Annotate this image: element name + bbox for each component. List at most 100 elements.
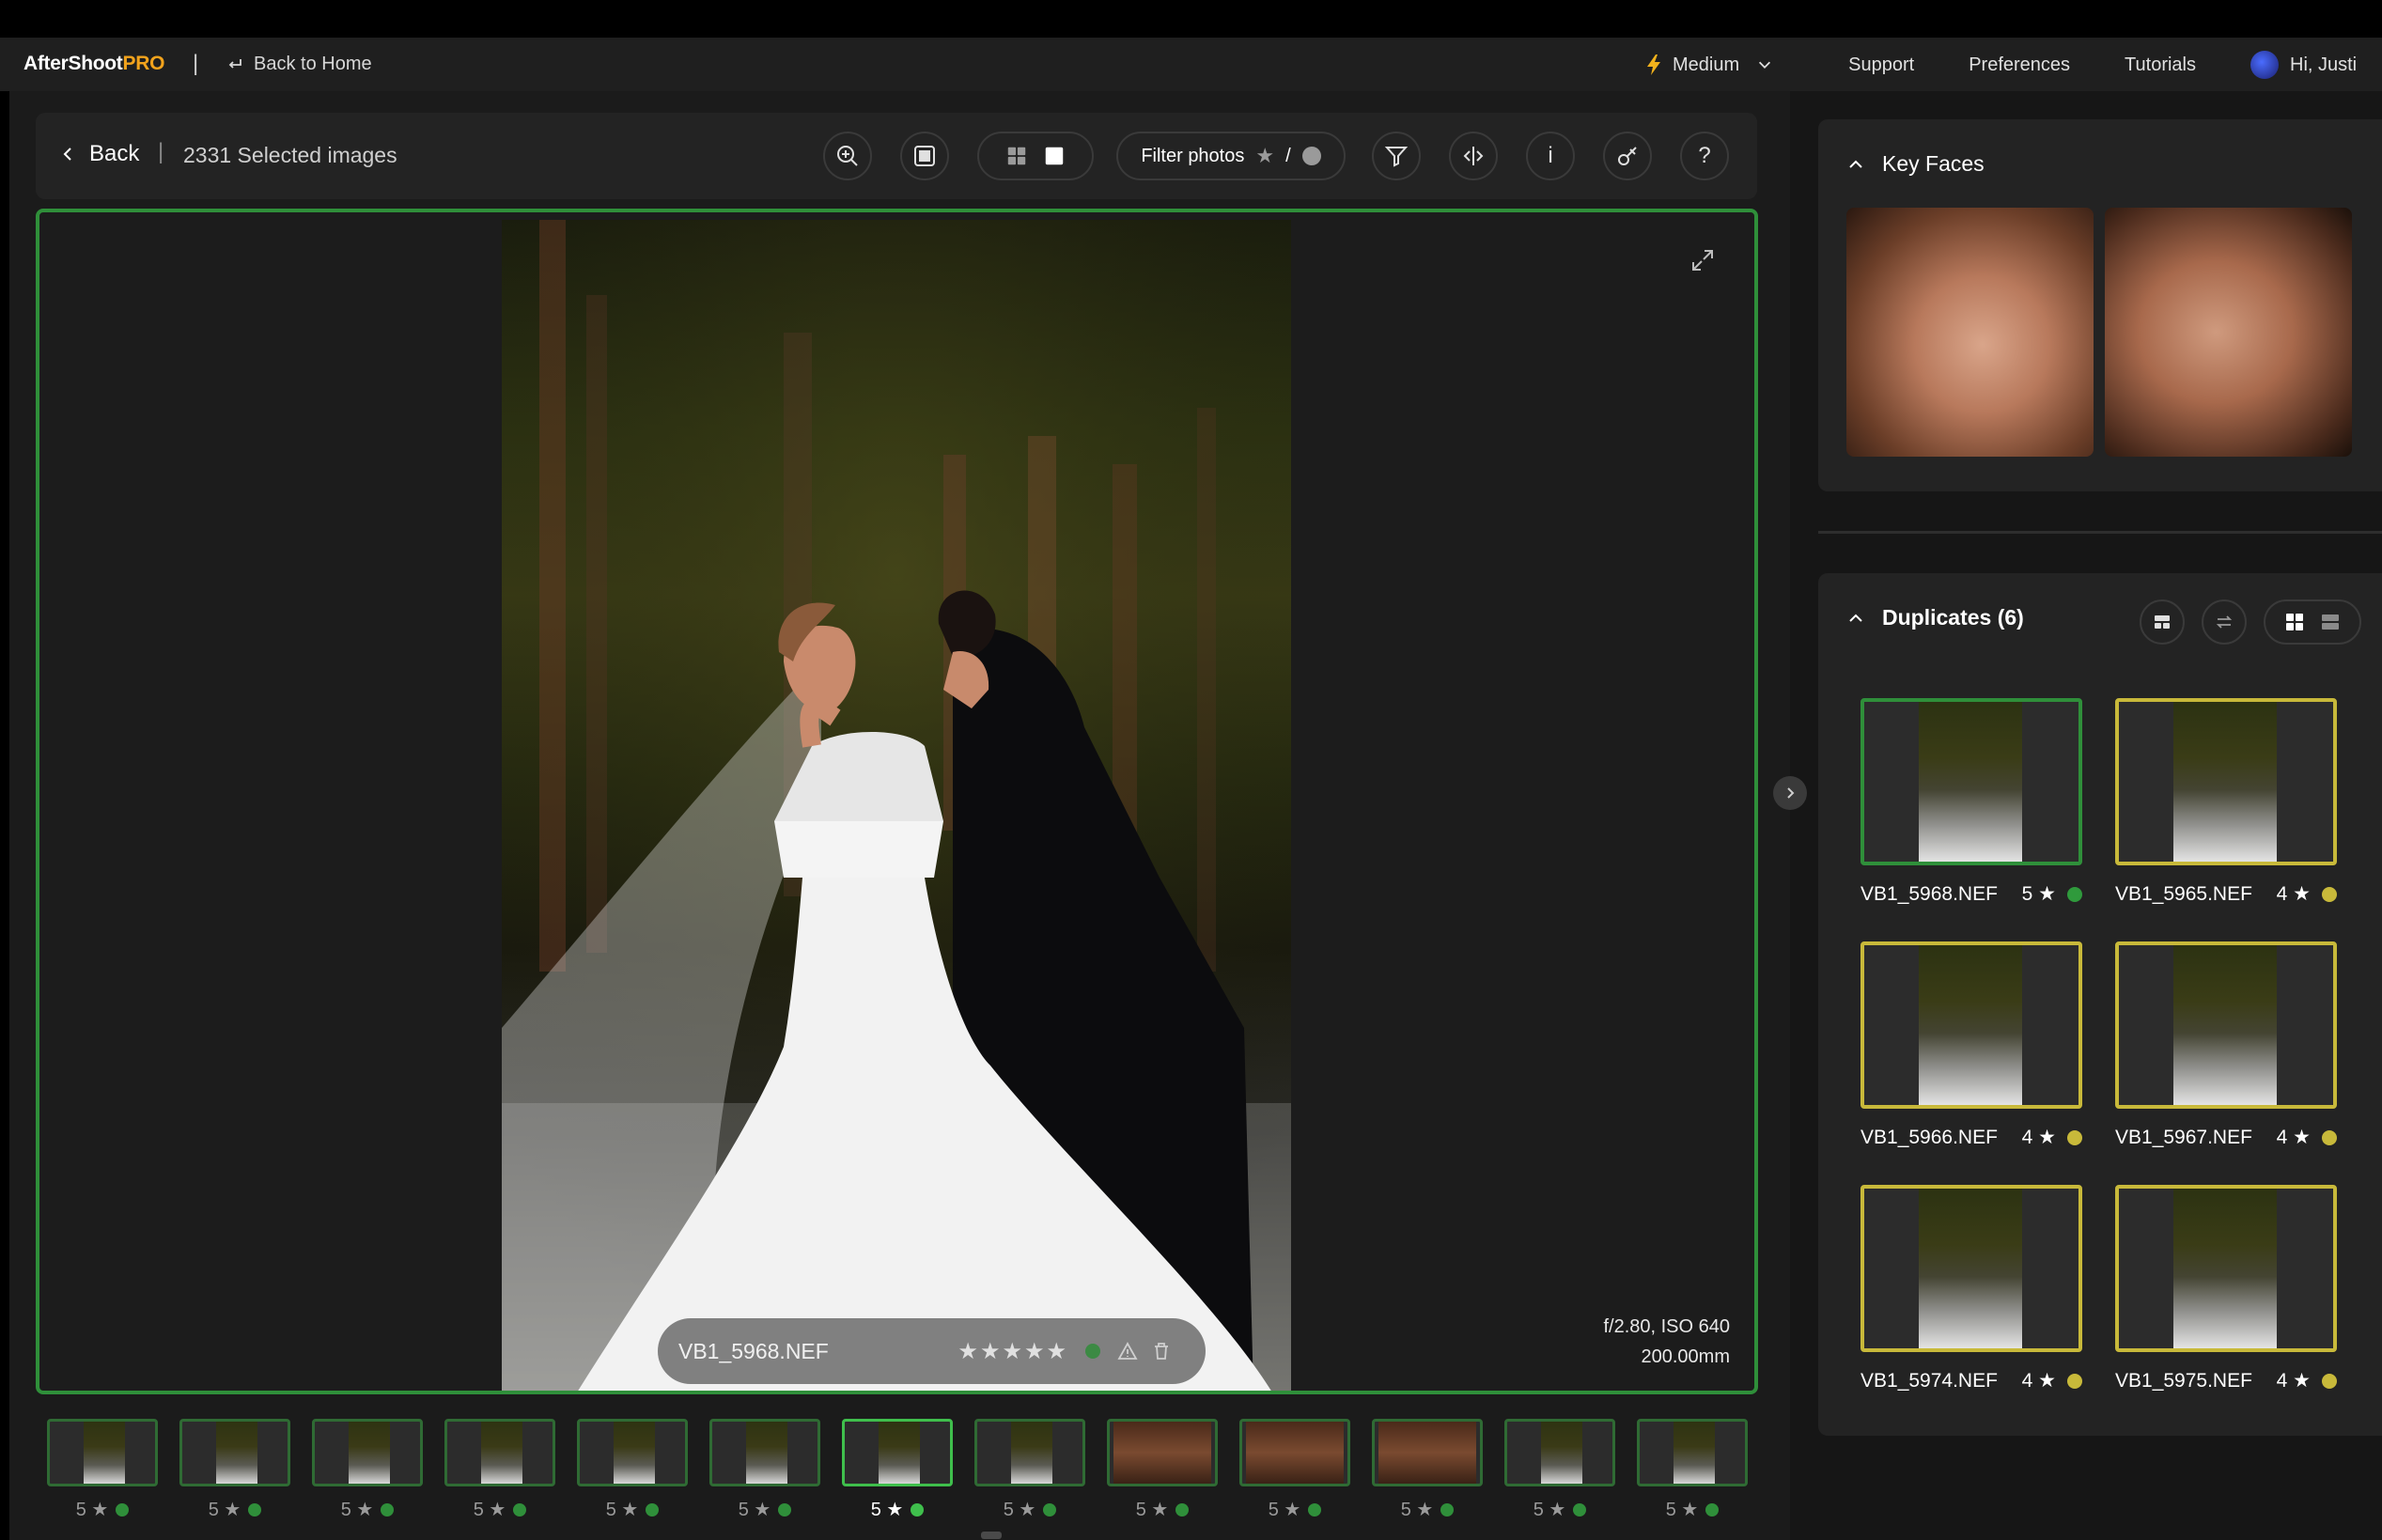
warning-icon[interactable] [1117,1341,1138,1361]
key-button[interactable] [1603,132,1652,180]
main-photo[interactable] [502,220,1291,1391]
quality-dropdown[interactable]: Medium [1644,54,1773,76]
filmstrip-thumbnail[interactable] [1107,1419,1218,1486]
exif-focal-length: 200.00mm [1641,1346,1731,1367]
thumbnail-image [2173,945,2277,1105]
nav-support[interactable]: Support [1848,54,1914,76]
filmstrip-item[interactable]: 5 ★ [709,1419,820,1520]
chevron-left-icon [63,148,71,161]
filmstrip-rating: 5 ★ [1637,1498,1748,1521]
user-menu[interactable]: Hi, Justi [2250,51,2357,79]
grid-view-icon [1007,147,1026,165]
color-label-dot[interactable] [1085,1344,1100,1359]
duplicate-thumbnail[interactable] [2115,698,2337,865]
filmstrip-thumbnail[interactable] [842,1419,953,1486]
star-rating[interactable]: ★★★★★ [957,1338,1068,1365]
trash-icon[interactable] [1151,1341,1172,1361]
filmstrip-thumbnail[interactable] [312,1419,423,1486]
nav-tutorials[interactable]: Tutorials [2125,54,2196,76]
filmstrip-item[interactable]: 5 ★ [1107,1419,1218,1520]
swap-icon [2216,615,2233,629]
filmstrip-item[interactable]: 5 ★ [842,1419,953,1520]
filmstrip-item[interactable]: 5 ★ [974,1419,1085,1520]
nav-preferences[interactable]: Preferences [1969,54,2070,76]
help-icon: ? [1698,143,1711,168]
filmstrip-rating-text: 5 ★ [1268,1500,1301,1520]
back-button[interactable]: Back [59,141,139,167]
filter-photos-button[interactable]: Filter photos ★ / [1116,132,1346,180]
filmstrip-thumbnail[interactable] [974,1419,1085,1486]
fit-view-button[interactable] [900,132,949,180]
photo-caption-bar: VB1_5968.NEF ★★★★★ [658,1318,1206,1384]
duplicate-status-dot [2322,1129,2337,1145]
filmstrip-item[interactable]: 5 ★ [1239,1419,1350,1520]
thumbnail-image [2173,702,2277,862]
chevron-right-icon [1787,787,1795,799]
compare-icon [1463,147,1484,165]
duplicate-thumbnail[interactable] [1860,698,2082,865]
filmstrip-thumbnail[interactable] [47,1419,158,1486]
duplicate-thumbnail[interactable] [1860,941,2082,1109]
filmstrip-rating-text: 5 ★ [1400,1500,1434,1520]
info-button[interactable]: i [1526,132,1575,180]
filmstrip-thumbnail[interactable] [709,1419,820,1486]
duplicate-label: VB1_5975.NEF 4 ★ [2115,1369,2337,1392]
duplicate-thumbnail[interactable] [2115,941,2337,1109]
back-to-home-link[interactable]: Back to Home [226,54,372,75]
filmstrip-thumbnail[interactable] [1637,1419,1748,1486]
app-logo[interactable]: AfterShootPRO [23,53,164,75]
key-face-groom[interactable] [2105,208,2352,457]
filmstrip-thumbnail[interactable] [1239,1419,1350,1486]
duplicates-header[interactable]: Duplicates (6) [1846,605,2024,630]
filmstrip-rating: 5 ★ [842,1498,953,1521]
layout-button[interactable] [2140,599,2185,645]
filmstrip-item[interactable]: 5 ★ [1637,1419,1748,1520]
zoom-button[interactable] [823,132,872,180]
filmstrip-color-dot [1175,1503,1190,1517]
duplicates-view-toggle[interactable] [2264,599,2361,645]
filmstrip-rating: 5 ★ [1107,1498,1218,1521]
filmstrip-item[interactable]: 5 ★ [179,1419,290,1520]
view-mode-toggle[interactable] [977,132,1094,180]
filmstrip-color-dot [1043,1503,1057,1517]
duplicates-title: Duplicates (6) [1882,605,2024,630]
expand-icon[interactable] [1690,248,1715,272]
filmstrip-rating-text: 5 ★ [340,1500,374,1520]
filmstrip-color-dot [513,1503,527,1517]
filmstrip-thumbnail[interactable] [179,1419,290,1486]
duplicate-filename: VB1_5967.NEF [2115,1126,2252,1148]
filmstrip-color-dot [381,1503,395,1517]
header-right: Medium Support Preferences Tutorials Hi,… [1644,51,2357,79]
duplicate-label: VB1_5967.NEF 4 ★ [2115,1126,2337,1149]
filmstrip-rating-text: 5 ★ [1665,1500,1699,1520]
thumbnail-image [1919,945,2022,1105]
filmstrip-item[interactable]: 5 ★ [47,1419,158,1520]
duplicate-filename: VB1_5974.NEF [1860,1369,1998,1392]
filter-button[interactable] [1372,132,1421,180]
compare-button[interactable] [1449,132,1498,180]
filmstrip-item[interactable]: 5 ★ [312,1419,423,1520]
swap-button[interactable] [2202,599,2247,645]
key-faces-header[interactable]: Key Faces [1846,151,1985,177]
toolbar-separator: | [158,139,164,164]
filmstrip-rating-text: 5 ★ [605,1500,639,1520]
filmstrip: 5 ★ 5 ★ 5 ★ 5 ★ 5 ★ 5 ★ 5 ★ 5 ★ 5 ★ 5 ★ 5 ★ 5 ★ 5 ★ [47,1419,1757,1532]
key-face-bride[interactable] [1846,208,2094,457]
filmstrip-scrollbar[interactable] [981,1532,1002,1539]
duplicate-thumbnail[interactable] [1860,1185,2082,1352]
filmstrip-color-dot [1705,1503,1720,1517]
duplicate-thumbnail[interactable] [2115,1185,2337,1352]
filmstrip-thumbnail[interactable] [444,1419,555,1486]
filmstrip-thumbnail[interactable] [1504,1419,1615,1486]
filmstrip-item[interactable]: 5 ★ [577,1419,688,1520]
image-viewer[interactable]: f/2.80, ISO 640 200.00mm VB1_5968.NEF ★★… [36,209,1758,1394]
filmstrip-item[interactable]: 5 ★ [1372,1419,1483,1520]
panel-toggle-button[interactable] [1773,776,1807,810]
help-button[interactable]: ? [1680,132,1729,180]
filmstrip-item[interactable]: 5 ★ [444,1419,555,1520]
filmstrip-thumbnail[interactable] [577,1419,688,1486]
thumbnail-image [1674,1422,1715,1484]
filmstrip-item[interactable]: 5 ★ [1504,1419,1615,1520]
filmstrip-thumbnail[interactable] [1372,1419,1483,1486]
filmstrip-color-dot [1308,1503,1322,1517]
